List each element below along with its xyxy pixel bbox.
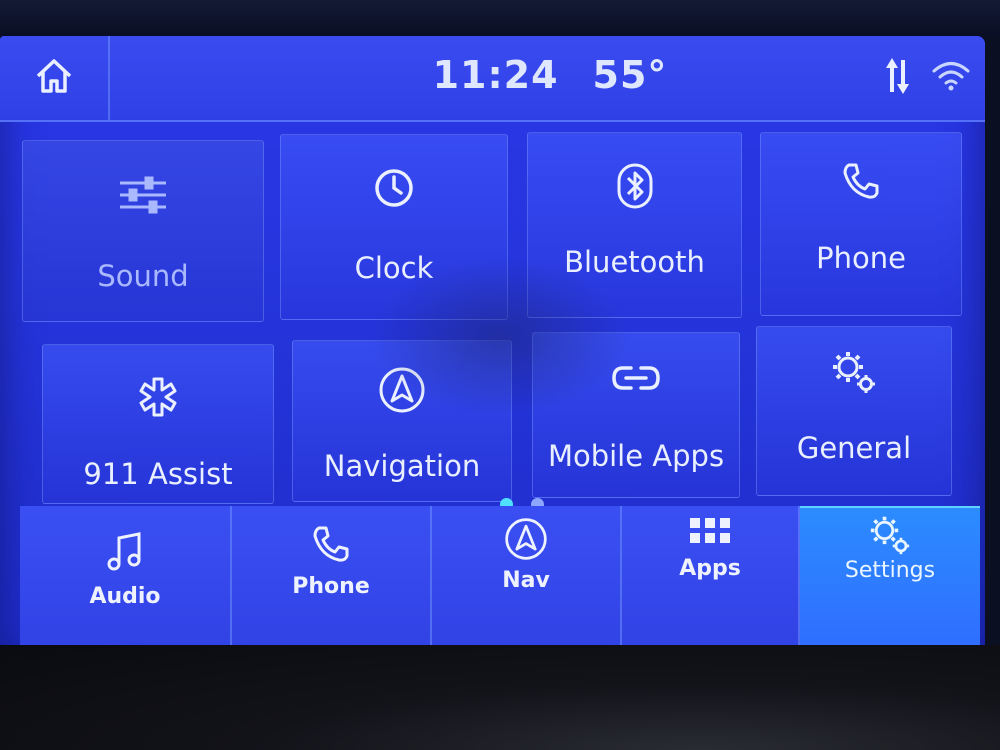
dock-nav[interactable]: Nav: [432, 506, 622, 656]
dock-phone[interactable]: Phone: [232, 506, 432, 656]
tile-label: Mobile Apps: [547, 439, 725, 473]
bottom-dock: Audio Phone Nav Apps Settings: [20, 506, 980, 656]
bezel-bottom: [0, 645, 1000, 750]
dock-label: Audio: [89, 584, 161, 609]
status-icons: [885, 54, 971, 102]
tile-911-assist[interactable]: 911 Assist: [42, 344, 274, 504]
tile-label: 911 Assist: [83, 457, 233, 491]
phone-icon: [232, 524, 430, 564]
dock-apps[interactable]: Apps: [622, 506, 800, 656]
grid-icon: [622, 518, 798, 548]
tile-label: Clock: [354, 251, 434, 285]
dock-label: Phone: [292, 574, 370, 599]
tile-label: Sound: [97, 259, 189, 293]
dock-label: Settings: [844, 558, 936, 583]
tile-label: Navigation: [323, 449, 481, 483]
asterisk-icon: [43, 375, 273, 419]
tile-mobile-apps[interactable]: Mobile Apps: [532, 332, 740, 498]
tile-navigation[interactable]: Navigation: [292, 340, 512, 502]
wifi-icon: [931, 58, 971, 98]
home-icon: [32, 54, 76, 102]
link-icon: [533, 363, 739, 393]
tile-label: Phone: [816, 241, 906, 275]
data-arrows-icon: [885, 54, 911, 102]
tile-clock[interactable]: Clock: [280, 134, 508, 320]
dock-label: Apps: [679, 556, 741, 581]
tile-bluetooth[interactable]: Bluetooth: [527, 132, 742, 318]
gears-icon: [757, 349, 951, 395]
tile-general[interactable]: General: [756, 326, 952, 496]
navigation-icon: [293, 365, 511, 415]
home-button[interactable]: [0, 36, 110, 120]
navigation-icon: [432, 516, 620, 562]
gears-icon: [800, 514, 980, 556]
sliders-icon: [23, 175, 263, 215]
tile-sound[interactable]: Sound: [22, 140, 264, 322]
clock-icon: [281, 167, 507, 209]
infotainment-screen: 11:24 55° Sound Clock Bluetooth Phone 91…: [0, 36, 985, 661]
status-center: 11:24 55°: [433, 50, 667, 100]
dock-label: Nav: [502, 568, 550, 593]
dock-settings[interactable]: Settings: [800, 506, 980, 656]
bluetooth-icon: [528, 163, 741, 209]
status-bar: 11:24 55°: [0, 36, 985, 122]
tile-label: General: [796, 431, 912, 465]
outside-temperature: 55°: [592, 53, 668, 97]
bezel-top: [0, 0, 1000, 36]
dock-audio[interactable]: Audio: [20, 506, 232, 656]
phone-icon: [761, 161, 961, 201]
clock-time: 11:24: [432, 53, 559, 97]
tile-label: Bluetooth: [564, 245, 705, 279]
music-note-icon: [20, 532, 230, 572]
tile-phone[interactable]: Phone: [760, 132, 962, 316]
